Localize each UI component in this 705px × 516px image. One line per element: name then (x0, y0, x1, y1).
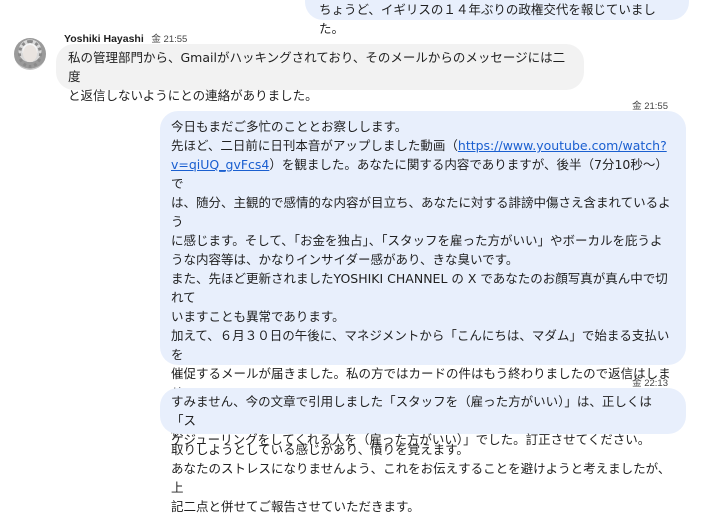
message-line: うな内容等は、かなりインサイダー感があり、きな臭いです。 (171, 252, 519, 267)
message-text: ちょうど、イギリスの１４年ぶりの政権交代を報じていました。 (319, 2, 656, 36)
message-line: 加えて、６月３０日の午後に、マネジメントから「こんにちは、マダム」で始まる支払い… (171, 328, 670, 362)
avatar-face (23, 45, 37, 62)
video-link[interactable]: https://www.youtube.com/watch? (458, 138, 667, 153)
message-bubble-incoming[interactable]: 私の管理部門から、Gmailがハッキングされており、そのメールからのメッセージに… (56, 44, 584, 103)
message-line: と返信しないようにとの連絡がありました。 (68, 88, 318, 103)
message-line: いますことも異常であります。 (171, 309, 345, 324)
message-line: すみません、今の文章で引用しました「スタッフを（雇った方がいい）」は、正しくは「… (171, 394, 652, 428)
video-link-continued[interactable]: v=qiUQ_gvFcs4 (171, 157, 269, 172)
message-line: は、随分、主観的で感情的な内容が目立ち、あなたに対する誹謗中傷さえ含まれているよ… (171, 195, 671, 229)
message-bubble-outgoing[interactable]: すみません、今の文章で引用しました「スタッフを（雇った方がいい）」は、正しくは「… (160, 388, 686, 447)
message-line: 記二点と併せてご報告させていただきます。 (171, 499, 420, 514)
message-paragraph: あなたのストレスになりませんよう、これをお伝えすることを避けようと考えましたが、… (171, 459, 676, 516)
message-line: 私の管理部門から、Gmailがハッキングされており、そのメールからのメッセージに… (68, 50, 566, 84)
message-line: あなたのストレスになりませんよう、これをお伝えすることを避けようと考えましたが、… (171, 461, 671, 495)
message-text: 先ほど、二日前に日刊本音がアップしました動画（ (171, 138, 458, 153)
message-bubble-outgoing[interactable]: ちょうど、イギリスの１４年ぶりの政権交代を報じていました。 (305, 0, 689, 36)
message-time: 金 21:55 (632, 101, 668, 112)
message-paragraph: 先ほど、二日前に日刊本音がアップしました動画（https://www.youtu… (171, 136, 676, 269)
message-time: 金 22:13 (632, 378, 668, 389)
message-line: に感じます。そして、「お金を独占」、「スタッフを雇った方がいい」やボーカルを庇う… (171, 233, 663, 248)
message-line: また、先ほど更新されましたYOSHIKI CHANNEL の X であなたのお顔… (171, 271, 668, 305)
sender-avatar[interactable] (14, 38, 46, 70)
message-bubble-outgoing[interactable]: 今日もまだご多忙のこととお察しします。 先ほど、二日前に日刊本音がアップしました… (160, 111, 686, 514)
message-header: Yoshiki Hayashi 金 21:55 (64, 31, 187, 45)
message-paragraph: また、先ほど更新されましたYOSHIKI CHANNEL の X であなたのお顔… (171, 269, 676, 326)
message-line: ケジューリングをしてくれる人を（雇った方がいい）」でした。訂正させてください。 (171, 432, 651, 447)
message-paragraph: 今日もまだご多忙のこととお察しします。 (171, 119, 408, 134)
